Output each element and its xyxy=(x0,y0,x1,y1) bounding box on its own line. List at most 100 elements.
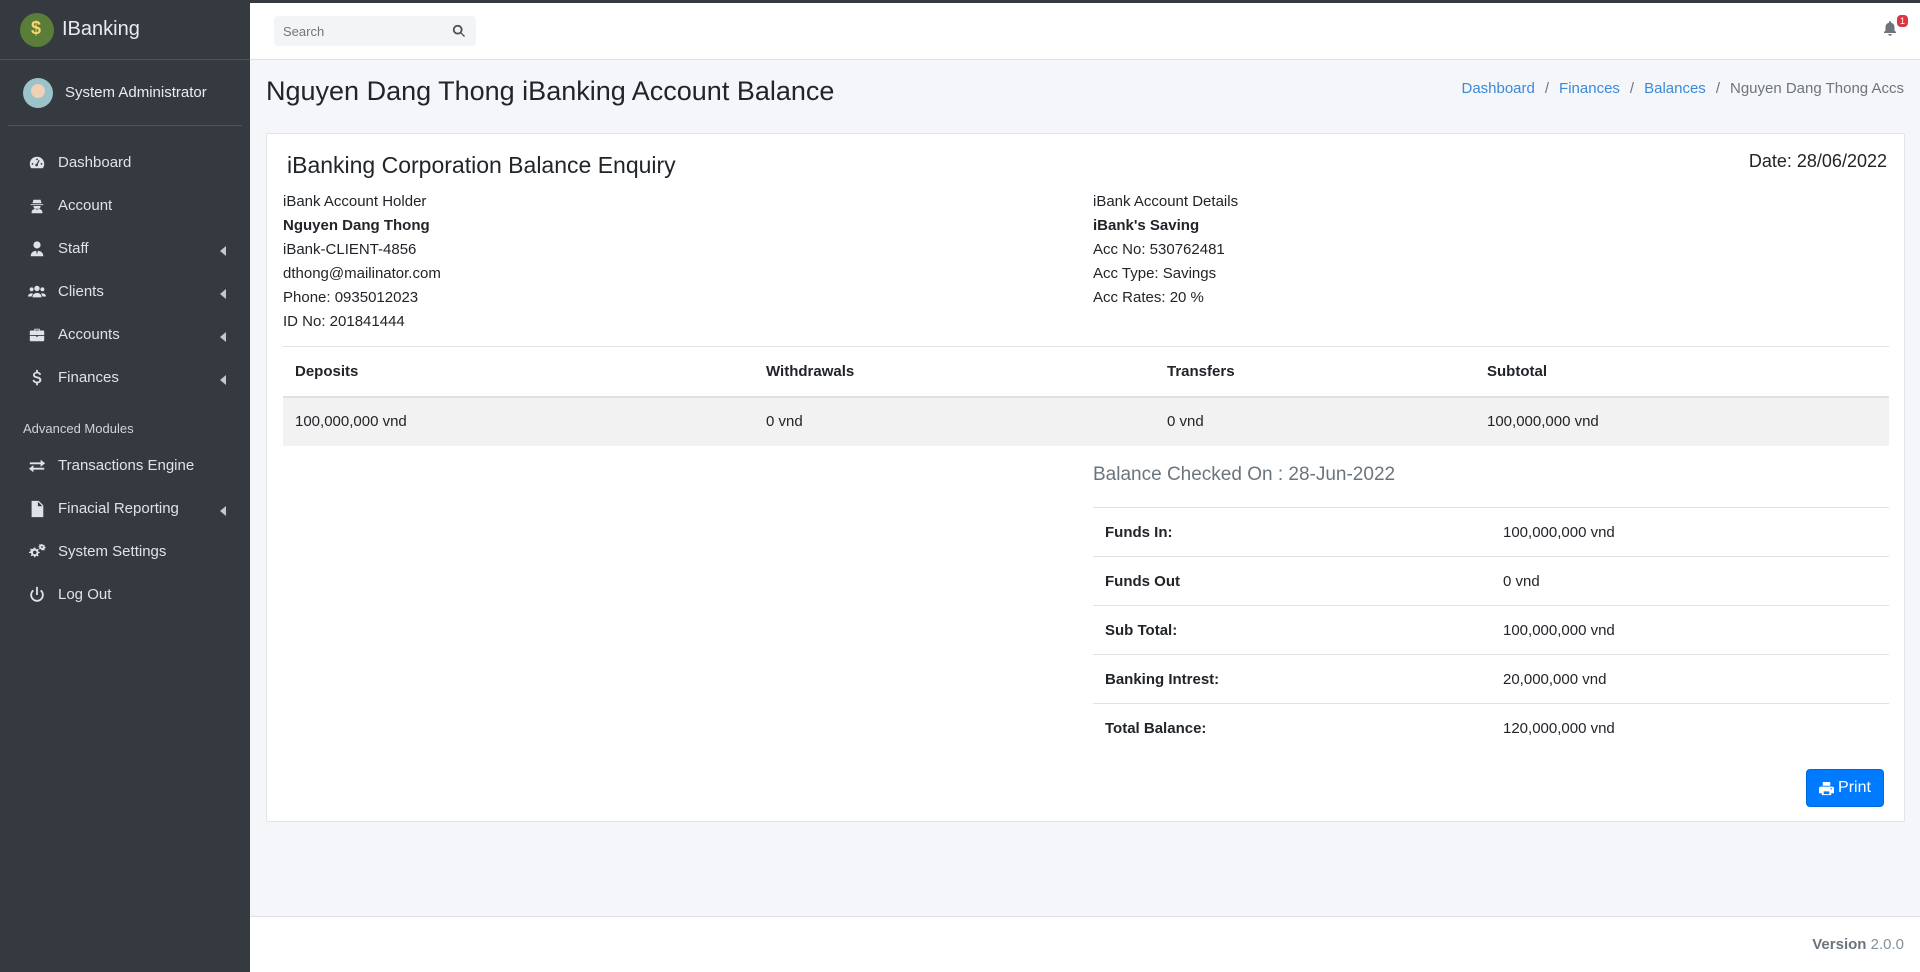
sidebar-item-log-out[interactable]: Log Out xyxy=(0,573,250,616)
balance-checked-date: Balance Checked On : 28-Jun-2022 xyxy=(1093,464,1396,485)
account-holder-info: iBank Account Holder Nguyen Dang Thong i… xyxy=(283,190,441,334)
search-box xyxy=(274,16,476,46)
balance-value: 20,000,000 vnd xyxy=(1491,654,1889,704)
balance-value: 120,000,000 vnd xyxy=(1491,703,1889,753)
sidebar: IBanking System Administrator Dashboard … xyxy=(0,0,250,972)
deposits-value: 100,000,000 vnd xyxy=(283,396,754,446)
sidebar-item-label: Dashboard xyxy=(58,154,132,171)
sidebar-item-label: Finacial Reporting xyxy=(58,500,179,517)
holder-id-no: ID No: 201841444 xyxy=(283,313,405,330)
bell-icon xyxy=(1884,21,1896,36)
balance-label: Sub Total: xyxy=(1093,605,1491,655)
print-button[interactable]: Print xyxy=(1806,769,1884,807)
table-row: Banking Intrest: 20,000,000 vnd xyxy=(1093,654,1889,704)
balance-value: 100,000,000 vnd xyxy=(1491,507,1889,557)
version-info: Version 2.0.0 xyxy=(1812,936,1904,953)
top-navbar: 1 xyxy=(250,3,1920,60)
table-header-row: Deposits Withdrawals Transfers Subtotal xyxy=(283,346,1889,398)
column-header-withdrawals: Withdrawals xyxy=(754,346,1155,398)
breadcrumb-dashboard[interactable]: Dashboard xyxy=(1461,80,1534,97)
chevron-left-icon xyxy=(218,244,228,256)
sidebar-item-label: Account xyxy=(58,197,113,214)
balance-label: Funds In: xyxy=(1093,507,1491,557)
balance-label: Banking Intrest: xyxy=(1093,654,1491,704)
sidebar-item-financial-reporting[interactable]: Finacial Reporting xyxy=(0,487,250,530)
user-tie-icon xyxy=(27,240,47,258)
balance-label: Funds Out xyxy=(1093,556,1491,606)
sidebar-nav: Dashboard Account Staff Clients Accounts… xyxy=(0,126,250,399)
table-row: 100,000,000 vnd 0 vnd 0 vnd 100,000,000 … xyxy=(283,396,1889,446)
brand-logo-icon xyxy=(20,12,54,47)
user-name[interactable]: System Administrator xyxy=(65,84,207,101)
holder-heading: iBank Account Holder xyxy=(283,193,427,210)
sidebar-advanced-nav: Transactions Engine Finacial Reporting S… xyxy=(0,444,250,616)
breadcrumb-finances[interactable]: Finances xyxy=(1559,80,1620,97)
sidebar-item-label: Log Out xyxy=(58,586,112,603)
account-type: Acc Type: Savings xyxy=(1093,265,1217,282)
holder-email: dthong@mailinator.com xyxy=(283,265,441,282)
power-icon xyxy=(27,586,47,604)
sidebar-item-label: Clients xyxy=(58,283,104,300)
balance-value: 0 vnd xyxy=(1491,556,1889,606)
sidebar-section-header: Advanced Modules xyxy=(23,421,134,436)
breadcrumb-separator: / xyxy=(1629,80,1635,97)
page-title: Nguyen Dang Thong iBanking Account Balan… xyxy=(266,76,835,106)
user-panel[interactable]: System Administrator xyxy=(8,60,242,126)
version-number: 2.0.0 xyxy=(1870,936,1904,953)
sidebar-item-accounts[interactable]: Accounts xyxy=(0,313,250,356)
breadcrumb: Dashboard / Finances / Balances / Nguyen… xyxy=(1461,80,1904,97)
account-rates: Acc Rates: 20 % xyxy=(1093,289,1204,306)
balance-table: Funds In: 100,000,000 vnd Funds Out 0 vn… xyxy=(1093,507,1889,753)
chevron-left-icon xyxy=(218,504,228,516)
column-header-subtotal: Subtotal xyxy=(1475,346,1889,398)
holder-client-id: iBank-CLIENT-4856 xyxy=(283,241,417,258)
balance-value: 100,000,000 vnd xyxy=(1491,605,1889,655)
users-icon xyxy=(27,283,47,301)
sidebar-item-label: Transactions Engine xyxy=(58,457,195,474)
account-details-info: iBank Account Details iBank's Saving Acc… xyxy=(1093,190,1238,310)
table-row: Funds Out 0 vnd xyxy=(1093,556,1889,606)
breadcrumb-current: Nguyen Dang Thong Accs xyxy=(1729,80,1904,97)
brand-link[interactable]: IBanking xyxy=(0,0,250,60)
breadcrumb-separator: / xyxy=(1544,80,1550,97)
sidebar-item-clients[interactable]: Clients xyxy=(0,270,250,313)
holder-name: Nguyen Dang Thong xyxy=(283,217,430,234)
holder-phone: Phone: 0935012023 xyxy=(283,289,419,306)
file-invoice-icon xyxy=(27,500,47,518)
sidebar-item-dashboard[interactable]: Dashboard xyxy=(0,141,250,184)
account-heading: iBank Account Details xyxy=(1093,193,1239,210)
notifications-button[interactable]: 1 xyxy=(1882,15,1908,40)
chevron-left-icon xyxy=(218,330,228,342)
dollar-icon xyxy=(27,369,47,387)
column-header-deposits: Deposits xyxy=(283,346,754,398)
table-row: Funds In: 100,000,000 vnd xyxy=(1093,507,1889,557)
sidebar-item-system-settings[interactable]: System Settings xyxy=(0,530,250,573)
card-title: iBanking Corporation Balance Enquiry xyxy=(287,152,676,178)
briefcase-icon xyxy=(27,326,47,344)
sidebar-item-label: Accounts xyxy=(58,326,120,343)
account-name: iBank's Saving xyxy=(1093,217,1200,234)
search-input[interactable] xyxy=(274,16,444,46)
balance-label: Total Balance: xyxy=(1093,703,1491,753)
chevron-left-icon xyxy=(218,373,228,385)
version-label: Version xyxy=(1812,936,1867,953)
search-button[interactable] xyxy=(444,16,474,46)
transactions-summary-table: Deposits Withdrawals Transfers Subtotal … xyxy=(283,346,1889,446)
sidebar-item-finances[interactable]: Finances xyxy=(0,356,250,399)
print-icon xyxy=(1819,781,1835,795)
exchange-icon xyxy=(27,457,47,475)
footer: Version 2.0.0 xyxy=(250,916,1920,972)
table-row: Sub Total: 100,000,000 vnd xyxy=(1093,605,1889,655)
chevron-left-icon xyxy=(218,287,228,299)
tachometer-icon xyxy=(27,154,47,172)
search-icon xyxy=(452,24,466,38)
enquiry-date: Date: 28/06/2022 xyxy=(1748,151,1887,171)
sidebar-item-account[interactable]: Account xyxy=(0,184,250,227)
notification-badge: 1 xyxy=(1896,15,1908,27)
sidebar-item-staff[interactable]: Staff xyxy=(0,227,250,270)
sidebar-item-transactions-engine[interactable]: Transactions Engine xyxy=(0,444,250,487)
balance-enquiry-card: iBanking Corporation Balance Enquiry Dat… xyxy=(266,133,1905,822)
breadcrumb-balances[interactable]: Balances xyxy=(1644,80,1706,97)
transfers-value: 0 vnd xyxy=(1155,396,1475,446)
breadcrumb-separator: / xyxy=(1715,80,1720,97)
